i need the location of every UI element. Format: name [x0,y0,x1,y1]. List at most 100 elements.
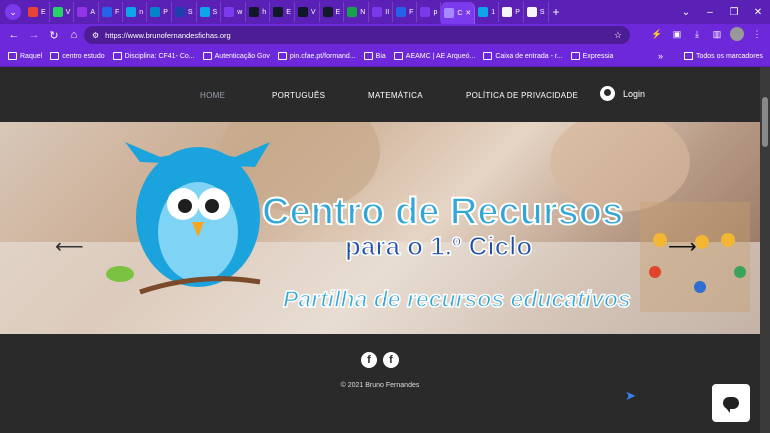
nav-matematica[interactable]: MATEMÁTICA [368,91,423,100]
bookmark-item[interactable]: Caixa de entrada - r... [483,52,563,60]
hero-title: Centro de Recursos [262,191,623,233]
page-scrollbar[interactable] [760,67,770,433]
hero-illustration: Centro de Recursos para o 1.º Ciclo Part… [0,122,760,334]
tab-favicon-icon [199,7,210,17]
menu-icon[interactable]: ⋮ [750,27,764,41]
browser-tab[interactable]: S [524,2,549,22]
scrollbar-thumb[interactable] [762,97,768,147]
browser-tab[interactable]: p [417,2,442,22]
browser-tab[interactable]: N [344,2,370,22]
toolbar-right: ⚡ ▣ ⤓ ▥ ⋮ [650,27,764,41]
close-window-button[interactable]: ✕ [746,7,770,18]
chevron-down-icon[interactable]: ⌄ [674,7,698,18]
tab-label: C [457,9,463,17]
maximize-button[interactable]: ❐ [722,7,746,18]
browser-tab[interactable]: w [221,2,247,22]
site-info-icon[interactable]: ⚙ [92,31,99,40]
facebook-icon-2[interactable]: f [383,352,399,368]
bookmark-star-icon[interactable]: ☆ [614,30,622,41]
home-button[interactable]: ⌂ [64,29,84,41]
nav-home[interactable]: HOME [200,91,225,100]
tab-label: E [286,8,291,16]
tab-favicon-icon [28,7,38,17]
tab-label: V [65,8,71,16]
tab-label: E [335,8,341,16]
browser-tab[interactable]: E [270,2,295,22]
browser-tab[interactable]: V [50,2,75,22]
bookmark-label: AEAMC | AE Arqueó... [405,52,476,60]
folder-icon [202,52,212,60]
tab-favicon-icon [150,7,161,17]
tab-label: V [310,8,316,16]
login-button[interactable]: Login [600,86,645,101]
bookmark-item[interactable]: Expressia [570,52,614,60]
browser-tab[interactable]: P [147,2,172,22]
reload-button[interactable]: ↻ [44,29,64,42]
browser-tab[interactable]: F [99,2,124,22]
mouse-cursor-icon: ➤ [625,388,636,403]
chat-button[interactable] [712,384,750,422]
browser-tab[interactable]: V [295,2,320,22]
bookmark-label: Bia [375,52,386,60]
tab-favicon-icon [126,7,137,17]
bookmark-item[interactable]: Bia [363,52,386,60]
minimize-button[interactable]: – [698,7,722,18]
bookmark-item[interactable]: centro estudo [50,52,105,60]
forward-button[interactable]: → [24,29,44,41]
tab-list: E V A Fn P S Sw h E V E N II Fp C ✕ 1 P S [25,0,549,24]
tab-strip: ⌄ E V A Fn P S Sw h E V E N II Fp C ✕ 1 P S + ⌄ – ❐ ✕ [0,0,770,24]
browser-tab[interactable]: E [320,2,345,22]
nav-privacidade[interactable]: POLÍTICA DE PRIVACIDADE [466,91,578,100]
hero-banner: Centro de Recursos para o 1.º Ciclo Part… [0,122,760,334]
tab-label: S [539,8,545,16]
slider-next-arrow[interactable]: ⟶ [668,234,697,259]
browser-tab[interactable]: n [123,2,148,22]
browser-tab[interactable]: P [499,2,524,22]
bookmarks-bar: Raquel centro estudo Disciplina: CF41- Co.… [0,46,770,67]
browser-tab[interactable]: h [246,2,271,22]
facebook-icon[interactable]: f [361,352,377,368]
folder-icon [393,52,403,60]
tab-label: P [515,8,520,16]
browser-tab[interactable]: S [172,2,197,22]
bookmark-item[interactable]: Autenticação Gov [202,52,270,60]
extension-icon[interactable]: ⚡ [650,27,664,41]
bookmark-item[interactable]: Raquel [8,52,42,60]
download-icon[interactable]: ⤓ [690,27,704,41]
tab-label: E [41,8,46,16]
profile-avatar[interactable] [730,27,744,41]
browser-tab[interactable]: II [369,2,394,22]
bookmark-item[interactable]: Disciplina: CF41- Co... [112,52,195,60]
url-text: https://www.brunofernandesfichas.org [105,30,231,40]
puzzle-icon[interactable]: ▣ [670,27,684,41]
back-button[interactable]: ← [4,29,24,41]
slider-prev-arrow[interactable]: ⟵ [55,234,84,259]
folder-icon [684,52,693,60]
folder-icon [8,52,17,60]
bookmark-item[interactable]: pin.cfae.pt/formand... [277,52,356,60]
copyright-text: © 2021 Bruno Fernandes [340,382,420,389]
tab-label: A [90,8,96,16]
browser-tab[interactable]: E [25,2,50,22]
bookmark-item[interactable]: AEAMC | AE Arqueó... [393,52,476,60]
bookmark-label: Autenticação Gov [214,52,270,60]
browser-tab[interactable]: F [393,2,418,22]
tab-label: w [237,8,243,16]
tab-favicon-icon [102,7,113,17]
nav-portugues[interactable]: PORTUGUÊS [272,91,325,100]
tab-search-button[interactable]: ⌄ [5,4,21,20]
close-tab-icon[interactable]: ✕ [465,9,471,17]
tab-favicon-icon [526,7,537,17]
browser-tab[interactable]: A [74,2,100,22]
tab-label: 1 [491,8,496,16]
bookmark-label: Expressia [582,52,614,60]
address-bar[interactable]: ⚙ https://www.brunofernandesfichas.org ☆ [84,26,630,44]
more-bookmarks-icon[interactable]: » [658,51,663,61]
sidepanel-icon[interactable]: ▥ [710,27,724,41]
browser-tab[interactable]: C ✕ [441,2,476,24]
browser-tab[interactable]: 1 [475,2,500,22]
browser-tab[interactable]: S [197,2,222,22]
all-bookmarks-button[interactable]: Todos os marcadores [684,52,763,60]
folder-icon [277,52,287,60]
new-tab-button[interactable]: + [553,5,560,19]
